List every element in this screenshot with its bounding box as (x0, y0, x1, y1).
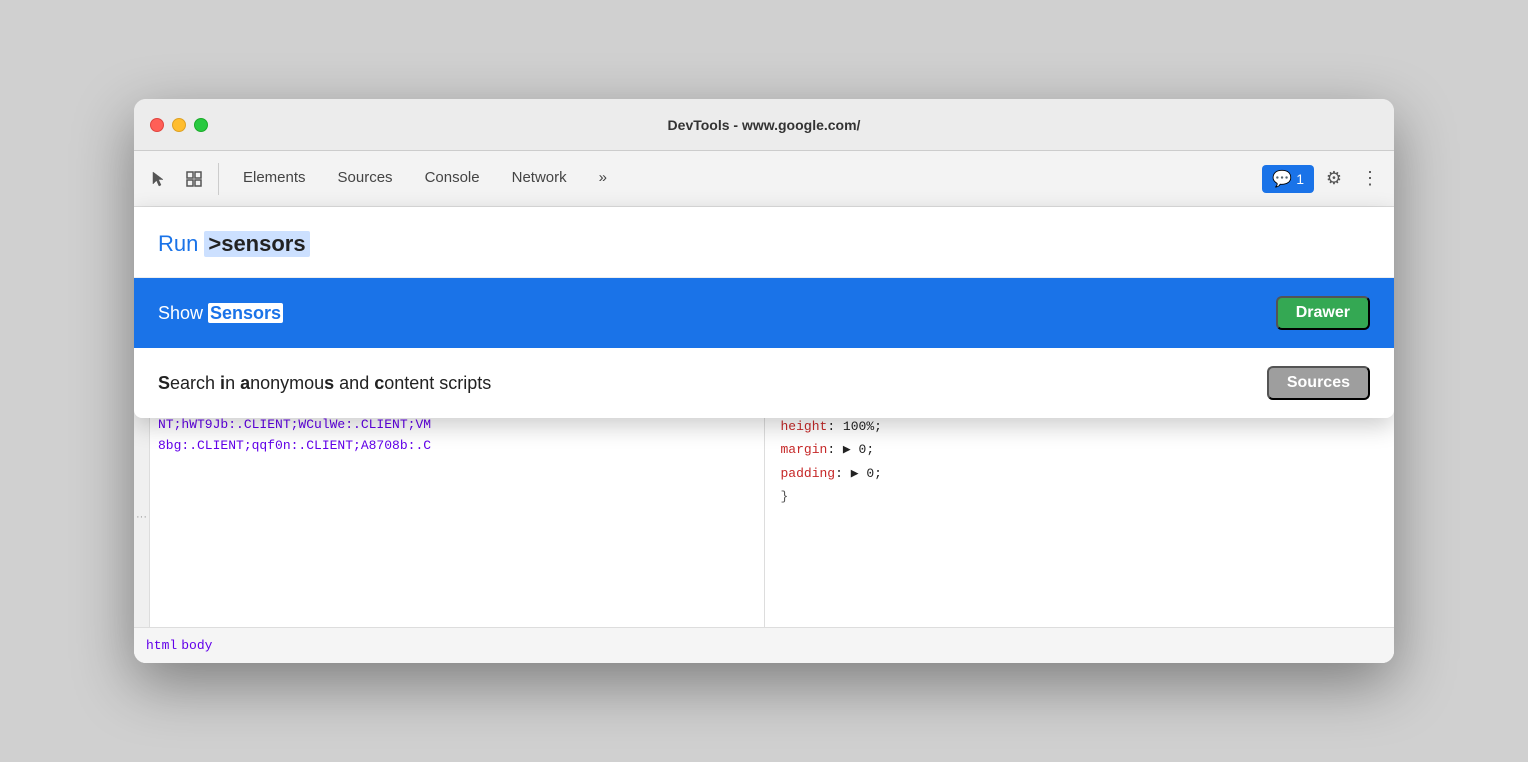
dom-code: NT;hWT9Jb:.CLIENT;WCulWe:.CLIENT;VM 8bg:… (158, 415, 756, 457)
scroll-dots: ··· (136, 511, 147, 523)
tab-network[interactable]: Network (496, 151, 583, 207)
elements-area: ··· NT;hWT9Jb:.CLIENT;WCulWe:.CLIENT;VM … (134, 407, 1394, 627)
breadcrumb-body[interactable]: body (181, 638, 212, 653)
command-palette: Run >sensors Show Sensors Drawer (134, 207, 1394, 418)
toolbar-divider (218, 163, 219, 195)
command-result-item[interactable]: Show Sensors Drawer (134, 278, 1394, 348)
tab-sources[interactable]: Sources (322, 151, 409, 207)
styles-code: height: 100%; margin: ▶ 0; padding: ▶ 0;… (781, 415, 1379, 509)
main-content: Run >sensors Show Sensors Drawer (134, 207, 1394, 663)
toolbar: Elements Sources Console Network » 💬 (134, 151, 1394, 207)
result-text-search: Search in anonymous and content scripts (158, 373, 491, 394)
tab-console[interactable]: Console (409, 151, 496, 207)
traffic-lights (150, 118, 208, 132)
scroll-handle[interactable]: ··· (134, 407, 150, 627)
settings-button[interactable]: ⚙ (1318, 163, 1350, 195)
breadcrumb-bar: html body (134, 627, 1394, 663)
command-result-item-search[interactable]: Search in anonymous and content scripts … (134, 348, 1394, 418)
command-input-area: Run >sensors (134, 207, 1394, 278)
result-highlight-sensors: Sensors (208, 303, 283, 323)
toolbar-right: 💬 1 ⚙ ⋮ (1262, 163, 1386, 195)
inspect-icon[interactable] (178, 163, 210, 195)
gear-icon: ⚙ (1326, 168, 1342, 189)
command-prefix: Run (158, 231, 198, 257)
devtools-container: Elements Sources Console Network » 💬 (134, 151, 1394, 663)
chat-icon: 💬 (1272, 169, 1292, 189)
tab-elements[interactable]: Elements (227, 151, 322, 207)
cursor-icon[interactable] (142, 163, 174, 195)
sources-badge-button[interactable]: Sources (1267, 366, 1370, 400)
drawer-badge-button[interactable]: Drawer (1276, 296, 1370, 330)
dots-icon: ⋮ (1361, 168, 1379, 189)
tab-more[interactable]: » (583, 151, 623, 207)
styles-panel: height: 100%; margin: ▶ 0; padding: ▶ 0;… (765, 407, 1395, 627)
more-options-button[interactable]: ⋮ (1354, 163, 1386, 195)
dom-panel: NT;hWT9Jb:.CLIENT;WCulWe:.CLIENT;VM 8bg:… (150, 407, 765, 627)
devtools-window: DevTools - www.google.com/ (134, 99, 1394, 663)
command-query: >sensors (204, 231, 309, 257)
result-text-show-sensors: Show Sensors (158, 303, 283, 324)
title-bar: DevTools - www.google.com/ (134, 99, 1394, 151)
messages-badge-button[interactable]: 💬 1 (1262, 165, 1314, 193)
window-title: DevTools - www.google.com/ (668, 117, 861, 133)
breadcrumb-html[interactable]: html (146, 638, 177, 653)
close-button[interactable] (150, 118, 164, 132)
minimize-button[interactable] (172, 118, 186, 132)
command-results-list: Show Sensors Drawer Search in anonymous … (134, 278, 1394, 418)
toolbar-tabs: Elements Sources Console Network » (227, 151, 1258, 207)
maximize-button[interactable] (194, 118, 208, 132)
command-input-display[interactable]: Run >sensors (158, 231, 1370, 257)
